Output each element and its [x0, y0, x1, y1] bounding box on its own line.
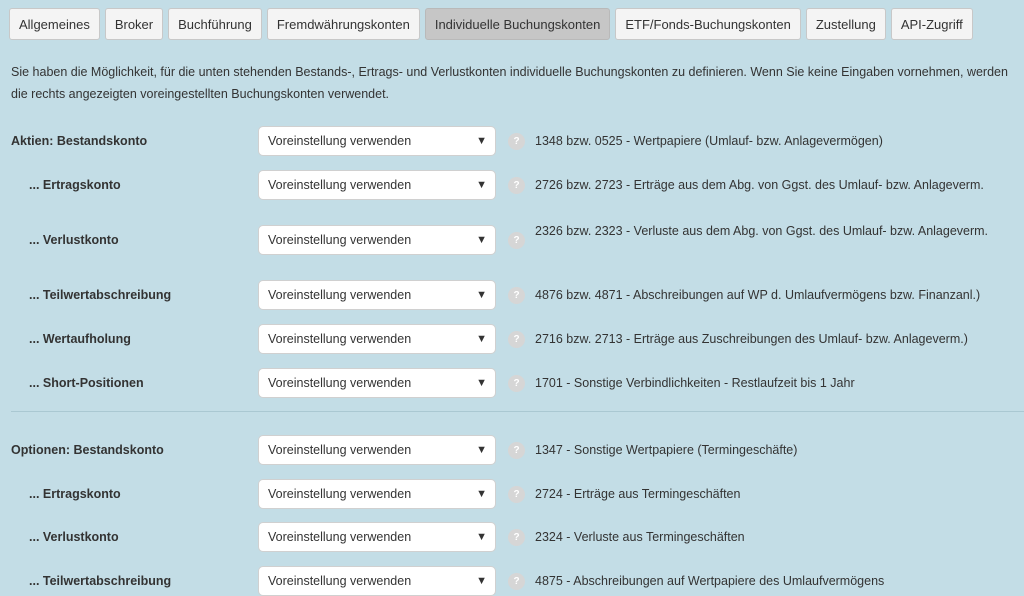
row-label: ... Ertragskonto	[29, 178, 121, 192]
help-icon[interactable]: ?	[508, 375, 525, 392]
default-account-text: 1347 - Sonstige Wertpapiere (Termingesch…	[535, 443, 798, 457]
default-account-text: 2724 - Erträge aus Termingeschäften	[535, 487, 741, 501]
help-icon[interactable]: ?	[508, 442, 525, 459]
dropdown-arrow-icon: ▼	[476, 575, 487, 587]
row-label: ... Teilwertabschreibung	[29, 574, 172, 588]
default-account-text: 2716 bzw. 2713 - Erträge aus Zuschreibun…	[535, 332, 968, 346]
tab-zustellung[interactable]: Zustellung	[805, 8, 886, 40]
dropdown-arrow-icon: ▼	[476, 289, 487, 301]
help-icon[interactable]: ?	[508, 177, 525, 194]
default-account-text: 2326 bzw. 2323 - Verluste aus dem Abg. v…	[535, 224, 989, 238]
tab-api-zugriff[interactable]: API-Zugriff	[890, 8, 973, 40]
row-label: ... Teilwertabschreibung	[29, 288, 172, 302]
aktien-wertaufholung-select[interactable]: Voreinstellung verwenden ▼	[258, 324, 496, 354]
aktien-short-positionen-row: ... Short-Positionen Voreinstellung verw…	[0, 368, 1024, 398]
section-divider	[11, 411, 1024, 412]
tab-buchfuehrung[interactable]: Buchführung	[168, 8, 262, 40]
row-label: ... Verlustkonto	[29, 530, 119, 544]
select-value: Voreinstellung verwenden	[268, 376, 412, 390]
dropdown-arrow-icon: ▼	[476, 135, 487, 147]
default-account-text: 2726 bzw. 2723 - Erträge aus dem Abg. vo…	[535, 178, 984, 192]
aktien-ertragskonto-row: ... Ertragskonto Voreinstellung verwende…	[0, 170, 1024, 200]
default-account-text: 2324 - Verluste aus Termingeschäften	[535, 530, 745, 544]
tab-broker[interactable]: Broker	[104, 8, 164, 40]
row-label: ... Short-Positionen	[29, 376, 144, 390]
select-value: Voreinstellung verwenden	[268, 233, 412, 247]
help-icon[interactable]: ?	[508, 331, 525, 348]
select-value: Voreinstellung verwenden	[268, 178, 412, 192]
tab-allgemeines[interactable]: Allgemeines	[9, 8, 100, 40]
select-value: Voreinstellung verwenden	[268, 530, 412, 544]
aktien-wertaufholung-row: ... Wertaufholung Voreinstellung verwend…	[0, 324, 1024, 354]
optionen-bestandskonto-row: Optionen: Bestandskonto Voreinstellung v…	[0, 435, 1024, 465]
aktien-bestandskonto-select[interactable]: Voreinstellung verwenden ▼	[258, 126, 496, 156]
dropdown-arrow-icon: ▼	[476, 179, 487, 191]
tab-etf-fonds-buchungskonten[interactable]: ETF/Fonds-Buchungskonten	[615, 8, 801, 40]
aktien-teilwertabschreibung-select[interactable]: Voreinstellung verwenden ▼	[258, 280, 496, 310]
help-icon[interactable]: ?	[508, 133, 525, 150]
optionen-ertragskonto-row: ... Ertragskonto Voreinstellung verwende…	[0, 479, 1024, 509]
row-label: Aktien: Bestandskonto	[11, 134, 148, 148]
aktien-short-positionen-select[interactable]: Voreinstellung verwenden ▼	[258, 368, 496, 398]
optionen-bestandskonto-select[interactable]: Voreinstellung verwenden ▼	[258, 435, 496, 465]
aktien-teilwertabschreibung-row: ... Teilwertabschreibung Voreinstellung …	[0, 280, 1024, 310]
dropdown-arrow-icon: ▼	[476, 488, 487, 500]
select-value: Voreinstellung verwenden	[268, 134, 412, 148]
optionen-teilwertabschreibung-row: ... Teilwertabschreibung Voreinstellung …	[0, 566, 1024, 596]
select-value: Voreinstellung verwenden	[268, 332, 412, 346]
row-label: Optionen: Bestandskonto	[11, 443, 164, 457]
default-account-text: 1348 bzw. 0525 - Wertpapiere (Umlauf- bz…	[535, 134, 883, 148]
default-account-text: 4876 bzw. 4871 - Abschreibungen auf WP d…	[535, 288, 981, 302]
help-icon[interactable]: ?	[508, 529, 525, 546]
help-icon[interactable]: ?	[508, 232, 525, 249]
help-icon[interactable]: ?	[508, 573, 525, 590]
optionen-verlustkonto-row: ... Verlustkonto Voreinstellung verwende…	[0, 522, 1024, 552]
help-icon[interactable]: ?	[508, 287, 525, 304]
select-value: Voreinstellung verwenden	[268, 443, 412, 457]
dropdown-arrow-icon: ▼	[476, 377, 487, 389]
help-icon[interactable]: ?	[508, 486, 525, 503]
aktien-verlustkonto-row: ... Verlustkonto Voreinstellung verwende…	[0, 224, 1024, 255]
tab-individuelle-buchungskonten[interactable]: Individuelle Buchungskonten	[424, 8, 611, 40]
row-label: ... Verlustkonto	[29, 233, 119, 247]
optionen-ertragskonto-select[interactable]: Voreinstellung verwenden ▼	[258, 479, 496, 509]
intro-text: Sie haben die Möglichkeit, für die unten…	[11, 65, 1008, 101]
default-account-text: 4875 - Abschreibungen auf Wertpapiere de…	[535, 574, 885, 588]
dropdown-arrow-icon: ▼	[476, 444, 487, 456]
select-value: Voreinstellung verwenden	[268, 487, 412, 501]
select-value: Voreinstellung verwenden	[268, 288, 412, 302]
select-value: Voreinstellung verwenden	[268, 574, 412, 588]
aktien-bestandskonto-row: Aktien: Bestandskonto Voreinstellung ver…	[0, 126, 1024, 156]
aktien-verlustkonto-select[interactable]: Voreinstellung verwenden ▼	[258, 225, 496, 255]
dropdown-arrow-icon: ▼	[476, 333, 487, 345]
dropdown-arrow-icon: ▼	[476, 234, 487, 246]
tab-fremdwaehrungskonten[interactable]: Fremdwährungskonten	[266, 8, 420, 40]
dropdown-arrow-icon: ▼	[476, 531, 487, 543]
row-label: ... Wertaufholung	[29, 332, 131, 346]
settings-tab-bar: Allgemeines Broker Buchführung Fremdwähr…	[9, 8, 973, 40]
optionen-verlustkonto-select[interactable]: Voreinstellung verwenden ▼	[258, 522, 496, 552]
aktien-ertragskonto-select[interactable]: Voreinstellung verwenden ▼	[258, 170, 496, 200]
default-account-text: 1701 - Sonstige Verbindlichkeiten - Rest…	[535, 376, 855, 390]
optionen-teilwertabschreibung-select[interactable]: Voreinstellung verwenden ▼	[258, 566, 496, 596]
row-label: ... Ertragskonto	[29, 487, 121, 501]
